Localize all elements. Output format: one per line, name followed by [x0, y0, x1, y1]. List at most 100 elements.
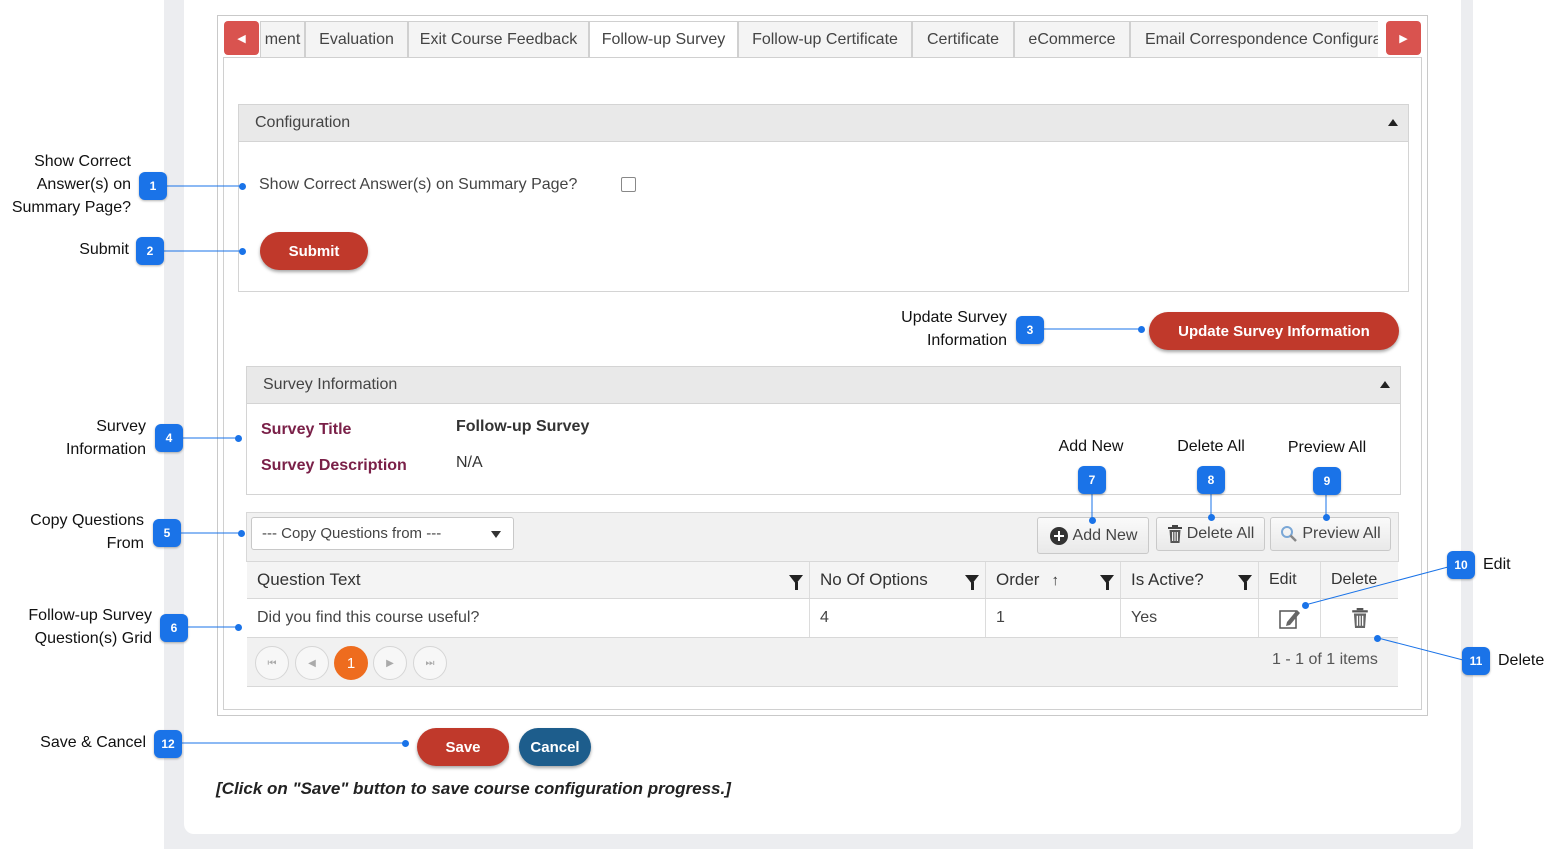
triangle-right-icon: ▶ — [1399, 32, 1408, 45]
submit-button[interactable]: Submit — [260, 232, 368, 270]
annotation-badge-6: 6 — [160, 614, 188, 642]
edit-cell — [1259, 599, 1321, 637]
next-page-icon: ▶ — [386, 657, 394, 669]
survey-description-value: N/A — [456, 454, 483, 471]
save-button[interactable]: Save — [417, 728, 509, 766]
delete-all-button[interactable]: Delete All — [1156, 517, 1265, 551]
annotation-dot — [235, 624, 242, 631]
copy-questions-selected-value: --- Copy Questions from --- — [262, 525, 442, 542]
cancel-button[interactable]: Cancel — [519, 728, 591, 766]
annotation-text-7: Add New — [1058, 438, 1124, 455]
tab-scroll-right-button[interactable]: ▶ — [1386, 21, 1421, 55]
annotation-dot — [1374, 635, 1381, 642]
annotation-text-8: Delete All — [1177, 438, 1245, 455]
annotation-dot — [1302, 602, 1309, 609]
configuration-panel-body — [238, 142, 1409, 292]
configuration-panel-header[interactable]: Configuration — [238, 104, 1409, 142]
previous-page-button[interactable]: ◀ — [295, 646, 329, 680]
annotation-badge-9: 9 — [1313, 467, 1341, 495]
annotation-dot — [1089, 517, 1096, 524]
trash-icon — [1167, 525, 1182, 543]
show-correct-answers-label: Show Correct Answer(s) on Summary Page? — [259, 176, 578, 193]
collapse-caret-icon[interactable] — [1380, 381, 1390, 388]
annotation-text-3: Update Survey Information — [901, 309, 1007, 349]
collapse-caret-icon[interactable] — [1388, 119, 1398, 126]
filter-icon[interactable] — [1100, 575, 1114, 590]
annotation-text-6: Follow-up Survey Question(s) Grid — [28, 607, 152, 647]
annotation-dot — [1323, 514, 1330, 521]
annotation-text-4: Survey Information — [65, 418, 146, 458]
table-row: Did you find this course useful? 4 1 Yes — [247, 599, 1398, 638]
annotation-badge-1: 1 — [139, 172, 167, 200]
tab-ecommerce[interactable]: eCommerce — [1014, 21, 1130, 58]
annotation-badge-11: 11 — [1462, 647, 1490, 675]
update-survey-information-button[interactable]: Update Survey Information — [1149, 312, 1399, 350]
filter-icon[interactable] — [965, 575, 979, 590]
survey-information-panel-header[interactable]: Survey Information — [246, 366, 1401, 404]
filter-icon[interactable] — [1238, 575, 1252, 590]
column-header-label: Question Text — [257, 570, 361, 589]
tab-exit-course-feedback[interactable]: Exit Course Feedback — [408, 21, 589, 58]
no-of-options-cell: 4 — [810, 599, 986, 637]
next-page-button[interactable]: ▶ — [373, 646, 407, 680]
tab-follow-up-certificate[interactable]: Follow-up Certificate — [738, 21, 912, 58]
plus-circle-icon — [1049, 526, 1068, 545]
preview-all-button[interactable]: Preview All — [1270, 517, 1391, 551]
current-page-button[interactable]: 1 — [334, 646, 368, 680]
annotation-text-9: Preview All — [1287, 439, 1367, 456]
annotation-text-2: Submit — [79, 241, 129, 258]
previous-page-icon: ◀ — [308, 657, 316, 669]
tab-evaluation[interactable]: Evaluation — [305, 21, 408, 58]
annotation-text-10: Edit — [1483, 556, 1511, 573]
preview-all-label: Preview All — [1302, 525, 1381, 542]
annotation-badge-8: 8 — [1197, 466, 1225, 494]
tab-email-correspondence[interactable]: Email Correspondence Configurat — [1130, 21, 1378, 58]
annotation-badge-12: 12 — [154, 730, 182, 758]
edit-pencil-icon[interactable] — [1278, 607, 1301, 629]
survey-description-label: Survey Description — [261, 457, 407, 474]
tab-certificate[interactable]: Certificate — [912, 21, 1014, 58]
first-page-icon: ⏮ — [267, 657, 277, 669]
dropdown-caret-icon — [491, 531, 501, 538]
question-text-cell: Did you find this course useful? — [247, 599, 810, 637]
annotation-text-5: Copy Questions From — [30, 512, 144, 552]
sort-ascending-icon: ↑ — [1051, 571, 1059, 589]
annotation-dot — [402, 740, 409, 747]
pager-summary: 1 - 1 of 1 items — [1272, 651, 1378, 668]
first-page-button[interactable]: ⏮ — [255, 646, 289, 680]
column-header-label: No Of Options — [820, 570, 928, 589]
order-cell: 1 — [986, 599, 1121, 637]
tab-strip: ment Evaluation Exit Course Feedback Fol… — [260, 21, 1378, 58]
filter-icon[interactable] — [789, 575, 803, 590]
annotation-badge-5: 5 — [153, 519, 181, 547]
grid-header-row: Question Text No Of Options Order ↑ Is Ac… — [247, 561, 1398, 599]
magnifier-icon — [1281, 526, 1298, 542]
delete-cell — [1321, 599, 1398, 637]
grid-pager: ⏮ ◀ 1 ▶ ⏭ 1 - 1 of 1 items — [247, 638, 1398, 687]
column-header-edit: Edit — [1259, 562, 1321, 598]
column-header-is-active[interactable]: Is Active? — [1121, 562, 1259, 598]
last-page-icon: ⏭ — [425, 657, 435, 669]
column-header-label: Order — [996, 570, 1040, 589]
column-header-label: Is Active? — [1131, 570, 1204, 589]
tab-follow-up-survey[interactable]: Follow-up Survey — [589, 21, 738, 58]
survey-title-label: Survey Title — [261, 421, 352, 438]
column-header-no-of-options[interactable]: No Of Options — [810, 562, 986, 598]
annotation-badge-3: 3 — [1016, 316, 1044, 344]
column-header-question-text[interactable]: Question Text — [247, 562, 810, 598]
survey-information-panel-title: Survey Information — [263, 376, 398, 393]
add-new-label: Add New — [1072, 526, 1138, 544]
annotation-dot — [238, 530, 245, 537]
tab-scroll-left-button[interactable]: ◀ — [224, 21, 259, 55]
configuration-panel-title: Configuration — [255, 114, 351, 131]
annotation-badge-2: 2 — [136, 237, 164, 265]
tab-assessment[interactable]: ment — [260, 21, 305, 58]
column-header-order[interactable]: Order ↑ — [986, 562, 1121, 598]
last-page-button[interactable]: ⏭ — [413, 646, 447, 680]
trash-icon[interactable] — [1351, 608, 1369, 628]
annotation-text-12: Save & Cancel — [40, 734, 146, 751]
survey-title-value: Follow-up Survey — [456, 418, 590, 435]
copy-questions-select[interactable]: --- Copy Questions from --- — [251, 517, 514, 550]
show-correct-answers-checkbox[interactable] — [621, 177, 636, 192]
annotation-badge-4: 4 — [155, 424, 183, 452]
